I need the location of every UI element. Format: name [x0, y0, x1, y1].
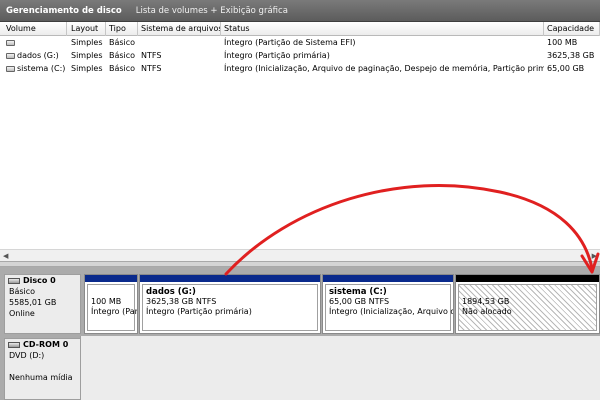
scroll-right-icon[interactable]: ▶ — [592, 252, 597, 260]
column-header-tipo[interactable]: Tipo — [106, 22, 138, 36]
partition-status: Íntegro (Par — [91, 307, 138, 316]
partition-label — [462, 287, 593, 297]
partition-size: 3625,38 GB NTFS — [146, 297, 217, 306]
title-bar: Gerenciamento de disco Lista de volumes … — [0, 0, 600, 22]
volume-name: dados (G:) — [17, 51, 59, 60]
disk-0-info[interactable]: Disco 0 Básico 5585,01 GB Online — [4, 274, 81, 334]
volume-icon — [6, 39, 15, 46]
partition-status: Íntegro (Inicialização, Arquivo de — [329, 307, 454, 316]
cdrom-name: CD-ROM 0 — [23, 340, 69, 349]
type-cell: Básico — [109, 51, 136, 60]
disk-name: Disco 0 — [23, 276, 56, 285]
cdrom-icon — [8, 341, 20, 348]
partition-label: sistema (C:) — [329, 287, 387, 297]
status-cell: Íntegro (Partição de Sistema EFI) — [224, 38, 356, 47]
partition-label: dados (G:) — [146, 287, 196, 297]
cdrom-drive: DVD (D:) — [9, 351, 45, 360]
layout-cell: Simples — [71, 51, 103, 60]
type-cell: Básico — [109, 38, 136, 47]
app-title: Gerenciamento de disco — [6, 5, 122, 16]
volume-icon — [6, 52, 15, 59]
cdrom-media: Nenhuma mídia — [9, 373, 73, 382]
capacity-cell: 65,00 GB — [547, 64, 585, 73]
table-row[interactable]: Simples Básico Íntegro (Partição de Sist… — [0, 36, 600, 49]
volume-list-header: Volume Layout Tipo Sistema de arquivos S… — [0, 22, 600, 36]
cdrom-0-area[interactable] — [80, 336, 600, 400]
disk-size: 5585,01 GB — [9, 298, 57, 307]
volume-icon — [6, 65, 15, 72]
disk-type: Básico — [9, 287, 36, 296]
partition-sistema[interactable]: sistema (C:) 65,00 GB NTFS Íntegro (Inic… — [322, 274, 454, 334]
capacity-cell: 3625,38 GB — [547, 51, 595, 60]
partition-size: 1894,53 GB — [462, 297, 510, 306]
column-header-capacity[interactable]: Capacidade — [544, 22, 600, 36]
volume-name: sistema (C:) — [17, 64, 66, 73]
horizontal-scrollbar[interactable]: ◀ ▶ — [0, 249, 600, 261]
filesystem-cell: NTFS — [141, 51, 162, 60]
filesystem-cell — [138, 36, 221, 49]
partition-status: Íntegro (Partição primária) — [146, 307, 252, 316]
cdrom-0-info[interactable]: CD-ROM 0 DVD (D:) Nenhuma mídia — [4, 338, 81, 400]
layout-cell: Simples — [71, 64, 103, 73]
partition-size: 65,00 GB NTFS — [329, 297, 390, 306]
view-mode-label[interactable]: Lista de volumes + Exibição gráfica — [136, 6, 288, 16]
column-header-status[interactable]: Status — [221, 22, 544, 36]
status-cell: Íntegro (Inicialização, Arquivo de pagin… — [224, 64, 544, 73]
status-cell: Íntegro (Partição primária) — [224, 51, 330, 60]
type-cell: Básico — [109, 64, 136, 73]
column-header-volume[interactable]: Volume — [3, 22, 67, 36]
table-row[interactable]: dados (G:) Simples Básico NTFS Íntegro (… — [0, 49, 600, 62]
layout-cell: Simples — [71, 38, 103, 47]
column-header-filesystem[interactable]: Sistema de arquivos — [138, 22, 221, 36]
table-row[interactable]: sistema (C:) Simples Básico NTFS Íntegro… — [0, 62, 600, 75]
partition-label — [91, 287, 131, 297]
hard-disk-icon — [8, 277, 20, 284]
scroll-left-icon[interactable]: ◀ — [3, 252, 8, 260]
capacity-cell: 100 MB — [547, 38, 578, 47]
partition-status: Não alocado — [462, 307, 512, 316]
partition-size: 100 MB — [91, 297, 122, 306]
partition-unallocated[interactable]: 1894,53 GB Não alocado — [455, 274, 600, 334]
partition-efi[interactable]: 100 MB Íntegro (Par — [84, 274, 138, 334]
disk-state: Online — [9, 309, 35, 318]
column-header-layout[interactable]: Layout — [68, 22, 106, 36]
partition-dados[interactable]: dados (G:) 3625,38 GB NTFS Íntegro (Part… — [139, 274, 321, 334]
filesystem-cell: NTFS — [141, 64, 162, 73]
